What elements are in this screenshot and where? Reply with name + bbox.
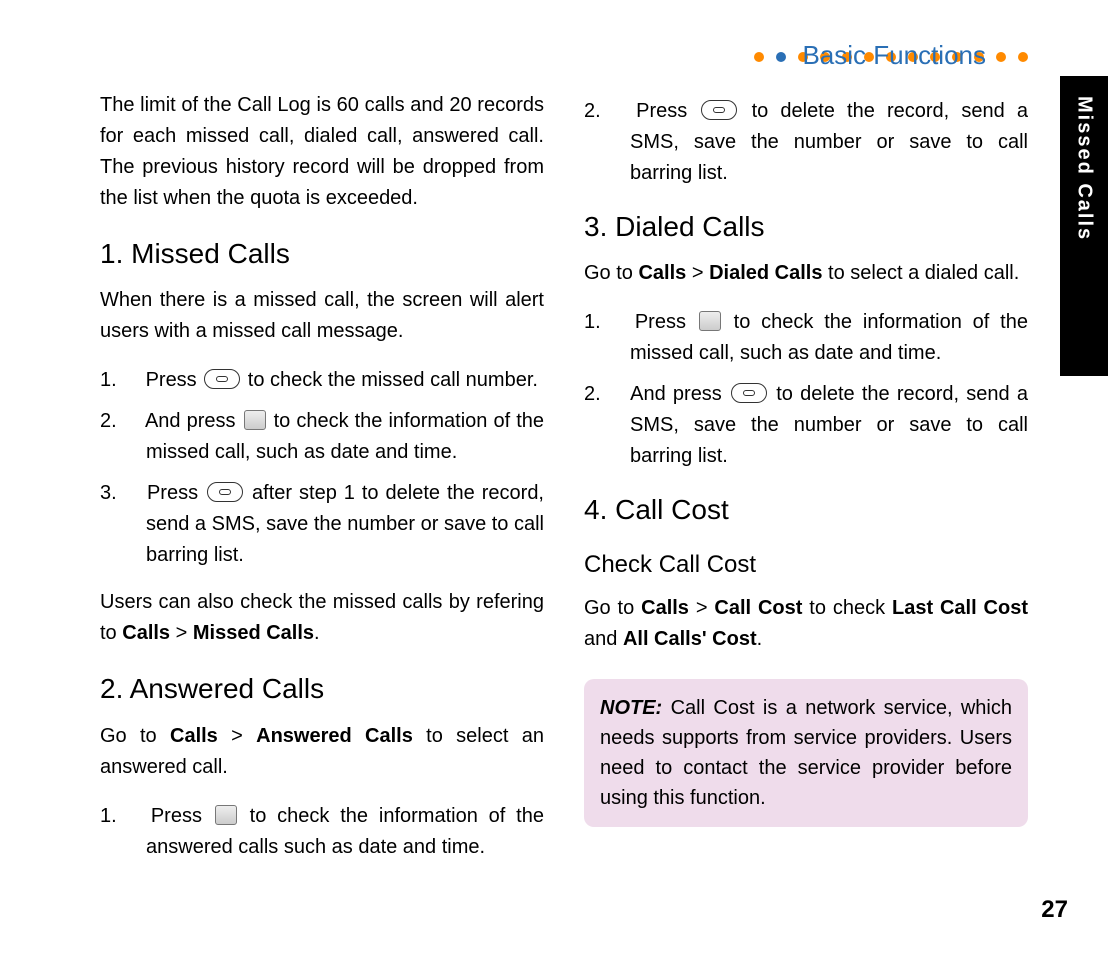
step-text: Press <box>636 100 699 122</box>
softkey-button-icon <box>204 369 240 389</box>
section-answered-calls: 2. Answered Calls <box>100 667 544 710</box>
missed-calls-tail: Users can also check the missed calls by… <box>100 587 544 649</box>
note-label: NOTE: <box>600 697 662 719</box>
side-tab: Missed Calls <box>1060 76 1108 376</box>
text: . <box>757 628 763 650</box>
dot-icon <box>754 52 764 62</box>
dialed-calls-lead: Go to Calls > Dialed Calls to select a d… <box>584 258 1028 289</box>
intro-text: The limit of the Call Log is 60 calls an… <box>100 90 544 214</box>
missed-calls-lead: When there is a missed call, the screen … <box>100 285 544 347</box>
right-column: Press to delete the record, send a SMS, … <box>584 90 1028 879</box>
step-text: And press <box>630 383 729 405</box>
softkey-button-icon <box>731 383 767 403</box>
missed-calls-steps: Press to check the missed call number. A… <box>100 365 544 571</box>
note-text: Call Cost is a network service, which ne… <box>600 697 1012 809</box>
step-text: Press <box>151 805 213 827</box>
step-text: to check the missed call number. <box>242 369 538 391</box>
step-text: Press <box>146 369 203 391</box>
list-item: And press to delete the record, send a S… <box>584 379 1028 472</box>
list-item: Press to check the information of the an… <box>100 801 544 863</box>
navigation-key-icon <box>215 805 237 825</box>
navigation-key-icon <box>244 410 266 430</box>
text: > <box>170 622 193 644</box>
text: . <box>314 622 320 644</box>
dot-icon <box>1018 52 1028 62</box>
dot-icon <box>776 52 786 62</box>
subsection-check-call-cost: Check Call Cost <box>584 546 1028 583</box>
answered-calls-steps: Press to check the information of the an… <box>100 801 544 863</box>
step-text: Press <box>147 482 205 504</box>
menu-path: Calls <box>122 622 170 644</box>
page-number: 27 <box>1041 896 1068 924</box>
answered-calls-lead: Go to Calls > Answered Calls to select a… <box>100 721 544 783</box>
list-item: And press to check the information of th… <box>100 406 544 468</box>
dialed-calls-steps: Press to check the information of the mi… <box>584 307 1028 472</box>
list-item: Press after step 1 to delete the record,… <box>100 478 544 571</box>
dot-icon <box>996 52 1006 62</box>
softkey-button-icon <box>701 100 737 120</box>
text: Go to <box>584 597 641 619</box>
text: to select a dialed call. <box>822 262 1019 284</box>
menu-path: Calls <box>170 725 218 747</box>
menu-path: Call Cost <box>714 597 802 619</box>
section-dialed-calls: 3. Dialed Calls <box>584 205 1028 248</box>
text: Go to <box>100 725 170 747</box>
list-item: Press to check the information of the mi… <box>584 307 1028 369</box>
section-missed-calls: 1. Missed Calls <box>100 232 544 275</box>
text: > <box>686 262 709 284</box>
step-text: And press <box>145 410 242 432</box>
softkey-button-icon <box>207 482 243 502</box>
step-text: after step 1 to delete the record, send … <box>146 482 544 566</box>
answered-calls-steps-cont: Press to delete the record, send a SMS, … <box>584 96 1028 189</box>
list-item: Press to check the missed call number. <box>100 365 544 396</box>
side-tab-label: Missed Calls <box>1073 76 1096 241</box>
header: Basic Functions <box>0 40 1028 80</box>
menu-path: Answered Calls <box>256 725 413 747</box>
menu-path: Last Call Cost <box>892 597 1028 619</box>
call-cost-lead: Go to Calls > Call Cost to check Last Ca… <box>584 593 1028 655</box>
menu-path: Dialed Calls <box>709 262 822 284</box>
step-text: Press <box>635 311 697 333</box>
menu-path: Calls <box>641 597 689 619</box>
text: Go to <box>584 262 638 284</box>
menu-path: Missed Calls <box>193 622 314 644</box>
main-content: The limit of the Call Log is 60 calls an… <box>100 90 1028 879</box>
left-column: The limit of the Call Log is 60 calls an… <box>100 90 544 879</box>
menu-path: Calls <box>638 262 686 284</box>
navigation-key-icon <box>699 311 721 331</box>
text: to check <box>802 597 892 619</box>
note-box: NOTE: Call Cost is a network service, wh… <box>584 679 1028 827</box>
text: > <box>218 725 256 747</box>
text: and <box>584 628 623 650</box>
section-call-cost: 4. Call Cost <box>584 488 1028 531</box>
header-title: Basic Functions <box>800 40 988 71</box>
list-item: Press to delete the record, send a SMS, … <box>584 96 1028 189</box>
text: > <box>689 597 714 619</box>
menu-path: All Calls' Cost <box>623 628 757 650</box>
